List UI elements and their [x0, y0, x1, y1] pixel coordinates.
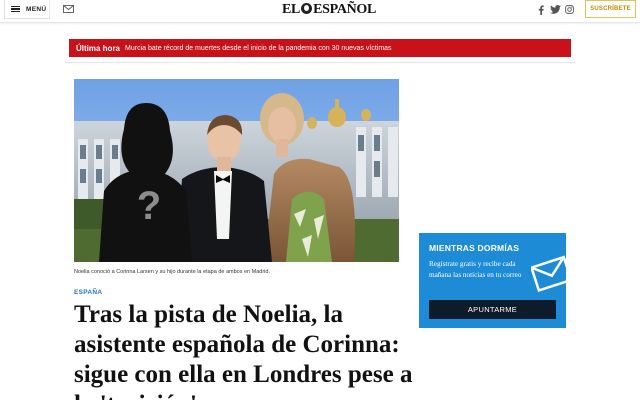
subscribe-newsletter-button[interactable]: APUNTARME: [429, 300, 556, 319]
logo-text-right: ESPAÑOL: [313, 2, 377, 17]
breaking-news-text[interactable]: Murcia bate récord de muertes desde el i…: [125, 45, 392, 52]
mail-icon[interactable]: [63, 5, 74, 13]
menu-label: MENÚ: [26, 5, 47, 13]
breaking-news-tag: Última hora: [76, 43, 121, 53]
newsletter-description: Regístrate gratis y recibe cada mañana l…: [429, 260, 522, 279]
logo-text-left: EL: [282, 2, 301, 17]
facebook-icon[interactable]: [536, 4, 546, 15]
image-caption: Noelia conoció a Corinna Larsen y su hij…: [74, 269, 270, 275]
article-hero-image[interactable]: ?: [74, 79, 399, 262]
newsletter-widget: MIENTRAS DORMÍAS Regístrate gratis y rec…: [419, 233, 566, 328]
site-logo[interactable]: EL ESPAÑOL: [282, 2, 376, 18]
subscribe-button[interactable]: SUSCRÍBETE: [585, 0, 636, 18]
breaking-news-container: Última hora Murcia bate récord de muerte…: [65, 33, 575, 63]
twitter-icon[interactable]: [549, 4, 561, 15]
menu-icon: [11, 5, 20, 13]
menu-button[interactable]: MENÚ: [4, 0, 50, 19]
instagram-icon[interactable]: [564, 4, 574, 15]
newsletter-title: MIENTRAS DORMÍAS: [429, 243, 520, 253]
envelope-icon: [531, 255, 566, 293]
article-headline[interactable]: Tras la pista de Noelia, la asistente es…: [74, 300, 414, 400]
site-header: MENÚ EL ESPAÑOL SUSCRÍBETE: [0, 0, 640, 22]
section-tag[interactable]: ESPAÑA: [74, 289, 102, 296]
logo-globe-icon: [301, 3, 313, 14]
breaking-news-bar[interactable]: Última hora Murcia bate récord de muerte…: [69, 39, 571, 57]
svg-text:?: ?: [137, 184, 161, 228]
